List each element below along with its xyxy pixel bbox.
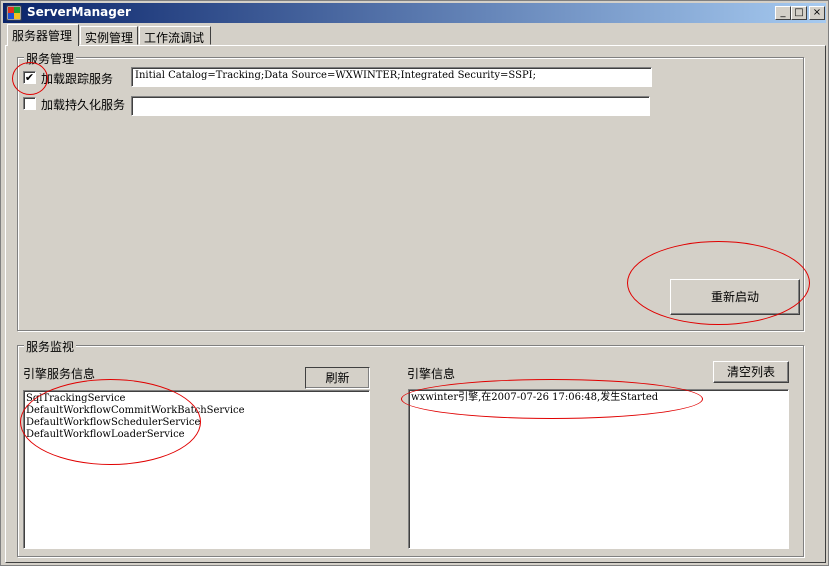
- window-title: ServerManager: [27, 5, 131, 19]
- engine-services-label: 引擎服务信息: [23, 367, 96, 381]
- list-item[interactable]: DefaultWorkflowSchedulerService: [26, 417, 367, 429]
- list-item[interactable]: DefaultWorkflowCommitWorkBatchService: [26, 405, 367, 417]
- tracking-service-checkbox[interactable]: ✔: [23, 71, 36, 84]
- service-management-title: 服务管理: [24, 50, 77, 67]
- tab-instance-management[interactable]: 实例管理: [80, 26, 138, 45]
- list-item[interactable]: SqlTrackingService: [26, 393, 367, 405]
- persistence-service-checkbox[interactable]: [23, 97, 36, 110]
- service-monitor-title: 服务监视: [24, 338, 77, 355]
- tab-server-management[interactable]: 服务器管理: [7, 24, 79, 46]
- tracking-connection-input[interactable]: Initial Catalog=Tracking;Data Source=WXW…: [131, 67, 652, 87]
- maximize-button[interactable]: □: [791, 6, 807, 20]
- minimize-button[interactable]: _: [775, 6, 791, 20]
- list-item[interactable]: DefaultWorkflowLoaderService: [26, 429, 367, 441]
- refresh-button[interactable]: 刷新: [305, 367, 370, 389]
- persistence-service-label[interactable]: 加载持久化服务: [41, 96, 125, 113]
- list-item[interactable]: wxwinter引擎,在2007-07-26 17:06:48,发生Starte…: [411, 392, 786, 404]
- engine-services-list[interactable]: SqlTrackingService DefaultWorkflowCommit…: [23, 390, 370, 549]
- title-bar[interactable]: ServerManager _ □ ×: [3, 3, 826, 23]
- server-manager-window: ServerManager _ □ × 服务器管理 实例管理 工作流调试 服务管…: [0, 0, 829, 566]
- close-button[interactable]: ×: [809, 6, 825, 20]
- clear-list-button[interactable]: 清空列表: [713, 361, 789, 383]
- persistence-connection-input[interactable]: [131, 96, 650, 116]
- engine-info-list[interactable]: wxwinter引擎,在2007-07-26 17:06:48,发生Starte…: [408, 389, 789, 549]
- restart-button[interactable]: 重新启动: [670, 279, 800, 315]
- tab-workflow-debug[interactable]: 工作流调试: [139, 26, 211, 45]
- tracking-service-label[interactable]: 加载跟踪服务: [41, 70, 113, 87]
- engine-info-label: 引擎信息: [407, 367, 456, 381]
- app-icon: [6, 5, 22, 21]
